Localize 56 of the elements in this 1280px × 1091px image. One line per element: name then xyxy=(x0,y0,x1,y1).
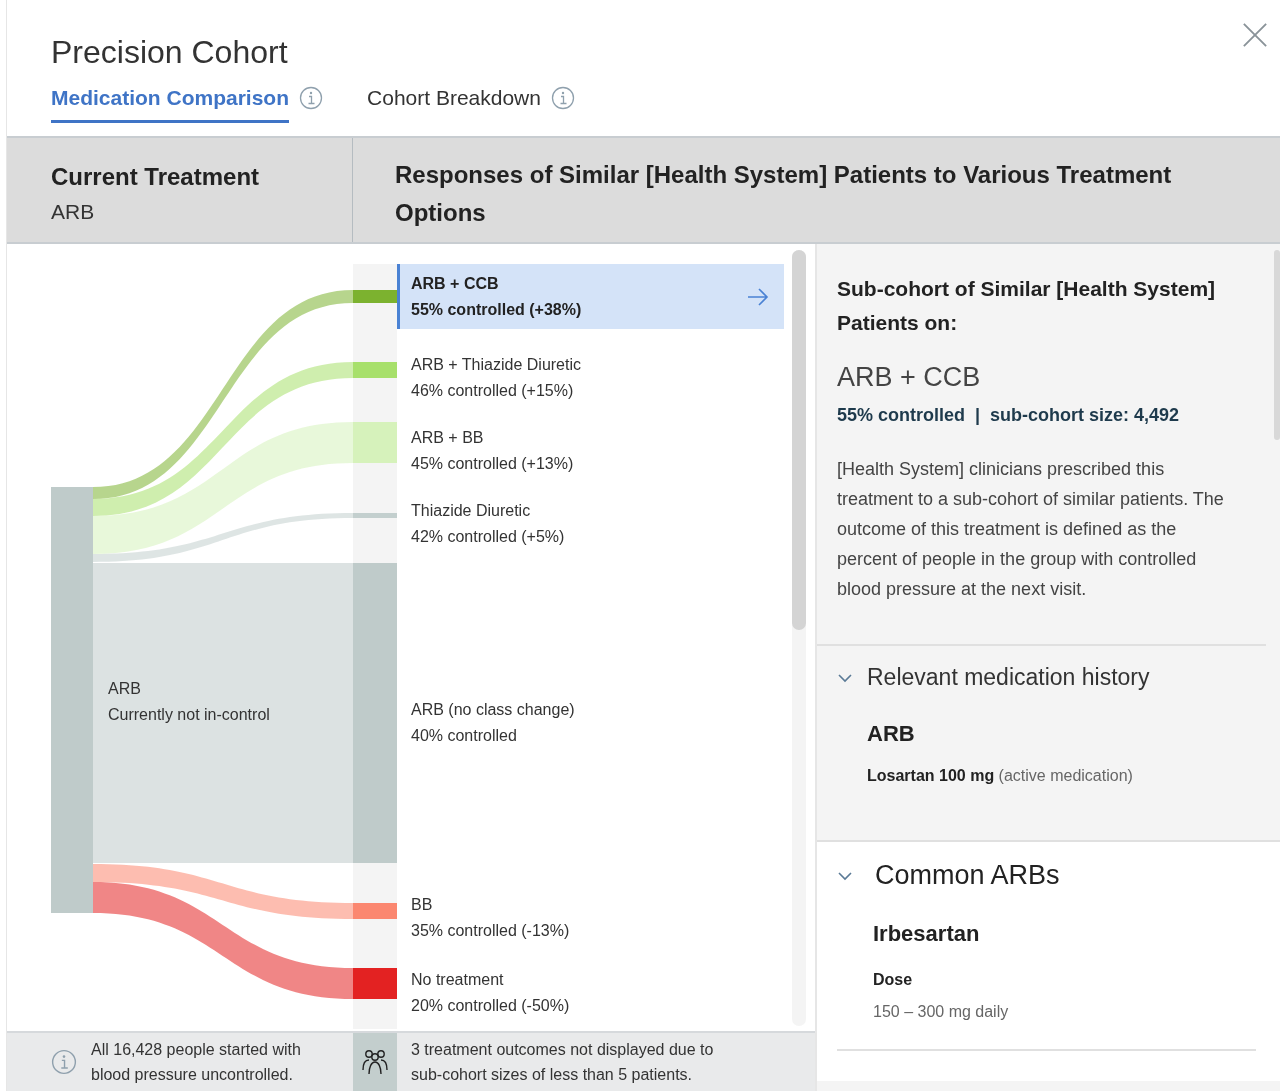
option-name: No treatment xyxy=(411,969,505,990)
option-outcome: 42% controlled (+5%) xyxy=(411,526,565,547)
treatment-option[interactable]: ARB + Thiazide Diuretic 46% controlled (+15%) xyxy=(397,345,784,410)
info-icon[interactable] xyxy=(299,86,324,110)
option-name: ARB + Thiazide Diuretic xyxy=(411,354,581,375)
option-outcome: 40% controlled xyxy=(411,725,518,746)
option-outcome: 55% controlled (+38%) xyxy=(411,299,582,320)
drug-name: ARB xyxy=(867,721,916,747)
treatment-option[interactable]: No treatment 20% controlled (-50%) xyxy=(397,960,784,1025)
option-outcome: 35% controlled (-13%) xyxy=(411,920,570,941)
target-node[interactable] xyxy=(353,968,397,999)
tab[interactable]: Cohort Breakdown xyxy=(367,86,541,123)
hidden-outcomes-note: 3 treatment outcomes not displayed due to sub-cohort sizes of less than 5 patients. xyxy=(410,1040,715,1086)
dialog-title: Precision Cohort xyxy=(51,33,288,72)
target-node[interactable] xyxy=(353,362,397,378)
scrollbar-thumb[interactable] xyxy=(1274,250,1280,440)
source-status: Currently not in-control xyxy=(108,705,270,725)
detail-heading: Sub-cohort of Similar [Health System] Patients on: xyxy=(837,276,1217,336)
description: [Health System] clinicians prescribed this treatment to a sub-cohort of similar patients. The outcome of this treatment is defined as the percent of people in the group with controlled blood pressure at the next visit. xyxy=(837,458,1225,601)
tab[interactable]: Medication Comparison xyxy=(51,86,290,123)
treatment-option[interactable]: ARB + BB 45% controlled (+13%) xyxy=(397,418,784,483)
total-note: All 16,428 people started with blood pressure uncontrolled. xyxy=(91,1040,302,1086)
option-outcome: 20% controlled (-50%) xyxy=(411,995,570,1016)
column-heading: Responses of Similar [Health System] Patients to Various Treatment Options xyxy=(395,160,1173,228)
info-icon[interactable] xyxy=(550,86,575,110)
target-node[interactable] xyxy=(353,563,397,863)
treatment-option[interactable]: ARB (no class change) 40% controlled xyxy=(397,690,784,755)
option-name: BB xyxy=(411,894,434,915)
scrollbar-thumb[interactable] xyxy=(792,250,806,630)
treatment-name: ARB + CCB xyxy=(837,362,982,393)
treatment-option[interactable]: Thiazide Diuretic 42% controlled (+5%) xyxy=(397,491,784,556)
cohort-stats: 55% controlled | sub-cohort size: 4,492 xyxy=(837,405,1181,426)
column-heading: Current Treatment xyxy=(51,162,261,192)
target-node[interactable] xyxy=(353,290,397,303)
drug-detail: Losartan 100 mg (active medication) xyxy=(867,767,1134,785)
target-node[interactable] xyxy=(353,903,397,919)
scrollbar[interactable] xyxy=(792,250,806,1026)
close-icon[interactable] xyxy=(1242,22,1268,48)
current-treatment: ARB xyxy=(51,200,96,224)
option-name: ARB (no class change) xyxy=(411,699,575,720)
section-title[interactable]: Relevant medication history xyxy=(867,664,1150,691)
info-icon xyxy=(51,1049,77,1076)
treatment-option[interactable]: ARB + CCB 55% controlled (+38%) xyxy=(397,264,784,329)
drug-name: Irbesartan xyxy=(873,921,981,947)
option-name: Thiazide Diuretic xyxy=(411,500,532,521)
option-name: ARB + CCB xyxy=(411,273,500,294)
field-label: Dose xyxy=(873,971,914,989)
option-outcome: 45% controlled (+13%) xyxy=(411,453,574,474)
section-title[interactable]: Common ARBs xyxy=(875,860,1060,891)
source-name: ARB xyxy=(108,679,142,699)
target-node[interactable] xyxy=(353,422,397,463)
option-outcome: 46% controlled (+15%) xyxy=(411,380,575,401)
target-node[interactable] xyxy=(353,513,397,518)
option-name: ARB + BB xyxy=(411,427,485,448)
drug-detail: 150 – 300 mg daily xyxy=(873,1003,1010,1021)
treatment-option[interactable]: BB 35% controlled (-13%) xyxy=(397,885,784,950)
